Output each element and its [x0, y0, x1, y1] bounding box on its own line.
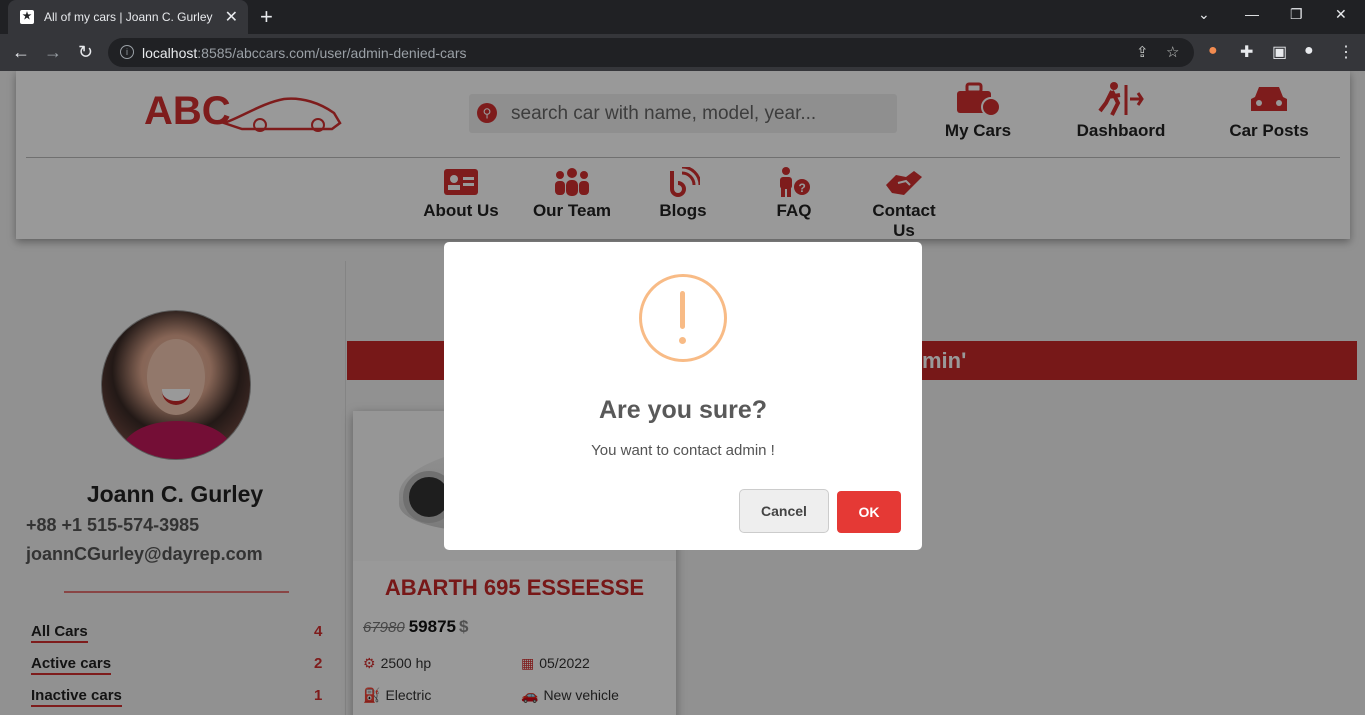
side-panel-icon[interactable]: ▣ [1272, 42, 1287, 62]
favicon-icon: ★ [20, 10, 34, 24]
dialog-title: Are you sure? [598, 396, 768, 424]
share-icon[interactable]: ⇪ [1136, 43, 1149, 61]
omnibox[interactable]: i localhost:8585/abccars.com/user/admin-… [108, 38, 1194, 67]
profile-icon[interactable]: ● [1304, 42, 1314, 60]
browser-tab-bar: ★ All of my cars | Joann C. Gurley ✕ + ⌄… [0, 0, 1365, 34]
browser-tab[interactable]: ★ All of my cars | Joann C. Gurley ✕ [8, 0, 248, 34]
extensions-puzzle-icon[interactable]: ✚ [1240, 42, 1253, 62]
warning-icon [639, 274, 727, 362]
cancel-button[interactable]: Cancel [739, 489, 829, 533]
close-tab-icon[interactable]: ✕ [225, 7, 238, 27]
forward-icon[interactable]: → [44, 42, 62, 63]
ok-button[interactable]: OK [837, 491, 901, 533]
confirm-dialog: Are you sure? You want to contact admin … [444, 242, 922, 550]
site-info-icon[interactable]: i [120, 45, 134, 59]
url-text[interactable]: localhost:8585/abccars.com/user/admin-de… [142, 45, 467, 61]
minimize-icon[interactable]: — [1245, 6, 1259, 22]
restore-icon[interactable]: ❐ [1290, 6, 1303, 23]
tab-title: All of my cars | Joann C. Gurley [44, 10, 213, 24]
close-window-icon[interactable]: ✕ [1335, 6, 1347, 23]
new-tab-icon[interactable]: + [260, 4, 273, 30]
tab-search-icon[interactable]: ⌄ [1198, 6, 1210, 23]
cookie-extension-icon[interactable]: ● [1208, 42, 1218, 60]
address-bar: ← → ↻ i localhost:8585/abccars.com/user/… [0, 34, 1365, 71]
dialog-message: You want to contact admin ! [591, 442, 775, 459]
back-icon[interactable]: ← [12, 42, 30, 63]
menu-kebab-icon[interactable]: ⋮ [1338, 42, 1354, 62]
reload-icon[interactable]: ↻ [78, 42, 93, 63]
bookmark-star-icon[interactable]: ☆ [1166, 43, 1179, 61]
